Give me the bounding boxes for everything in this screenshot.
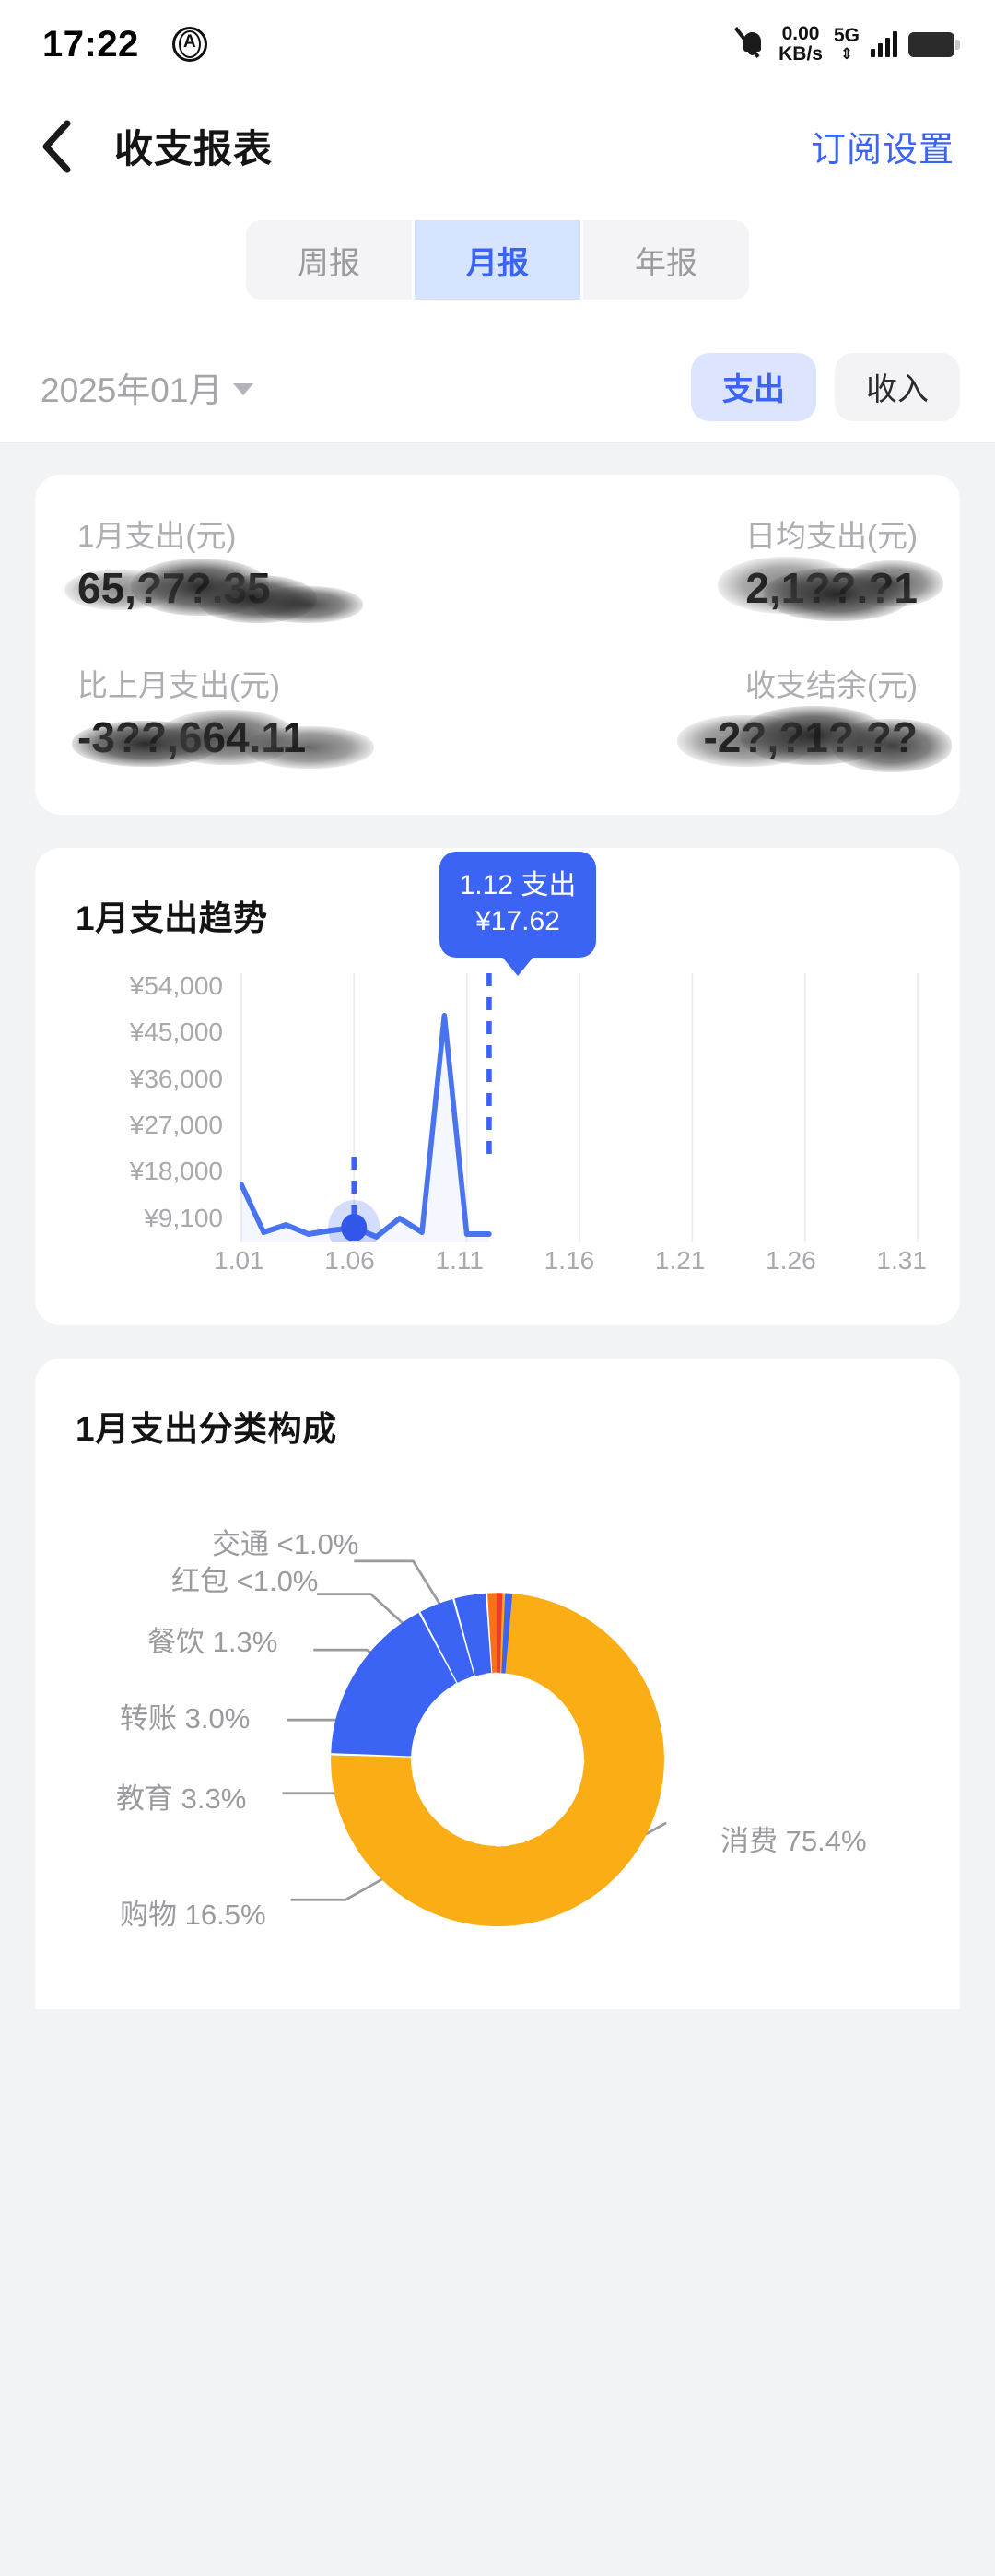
tab-monthly[interactable]: 月报	[415, 220, 580, 300]
donut-label-education: 教育 3.3%	[116, 1782, 247, 1815]
month-selector-label: 2025年01月	[41, 371, 223, 409]
highlight-point	[341, 1213, 368, 1241]
summary-value-text: 65,?7?.35	[77, 563, 271, 612]
donut-label-redpacket: 红包 <1.0%	[171, 1564, 319, 1597]
x-tick-label: 1.16	[544, 1245, 595, 1275]
x-tick-label: 1.06	[324, 1245, 375, 1275]
summary-value-redacted: -3??,664.11	[72, 710, 374, 770]
y-tick-label: ¥9,100	[144, 1203, 223, 1232]
data-transfer-icon: ⇕	[839, 45, 854, 64]
y-tick-label: ¥27,000	[129, 1110, 223, 1139]
chevron-down-icon	[233, 383, 254, 395]
page-content: 1月支出(元) 65,?7?.35 日均支出(元) 2,1??.?1 比上月支出…	[0, 443, 995, 2009]
summary-label: 1月支出(元)	[77, 519, 237, 553]
trend-plot-area	[239, 972, 919, 1255]
status-bar: 17:22 A 0.00 KB/s 5G ⇕	[0, 0, 995, 88]
donut-chart-title: 1月支出分类构成	[76, 1409, 337, 1448]
y-tick-label: ¥36,000	[129, 1064, 223, 1093]
status-bar-left: 17:22 A	[42, 24, 207, 65]
subscription-settings-button[interactable]: 订阅设置	[811, 121, 954, 171]
x-axis-labels: 1.01 1.06 1.11 1.16 1.21 1.26 1.31	[214, 1246, 927, 1276]
page-title: 收支报表	[114, 127, 274, 171]
pill-income[interactable]: 收入	[835, 352, 960, 421]
status-time: 17:22	[42, 23, 139, 65]
summary-label: 比上月支出(元)	[77, 668, 280, 703]
summary-cell-vs-last-month: 比上月支出(元) -3??,664.11	[72, 642, 498, 770]
filter-bar: 2025年01月 支出 收入	[0, 331, 995, 443]
expense-category-chart[interactable]: 交通 <1.0% 红包 <1.0% 餐饮 1.3% 转账 3.0% 教育 3.3…	[76, 1493, 919, 2009]
report-period-tabs: 周报 月报 年报	[0, 204, 995, 331]
nav-bar: 收支报表 订阅设置	[0, 88, 995, 204]
month-selector[interactable]: 2025年01月	[41, 362, 254, 412]
network-type-group: 5G ⇕	[833, 24, 860, 64]
expense-category-card: 1月支出分类构成 交通 <1.0% 红包 <1.0% 餐饮 1.3% 转账 3.…	[35, 1358, 960, 2009]
donut-label-traffic: 交通 <1.0%	[212, 1527, 359, 1560]
summary-value-text: -3??,664.11	[77, 713, 307, 762]
x-tick-label: 1.31	[876, 1245, 927, 1275]
back-button[interactable]	[41, 114, 92, 179]
donut-slice-separators	[410, 1672, 585, 1847]
chevron-left-icon	[42, 120, 71, 172]
expense-trend-chart[interactable]: 1.12 支出 ¥17.62 ¥54,000 ¥45,000 ¥36,000 ¥…	[76, 851, 927, 1277]
donut-label-consumption: 消费 75.4%	[720, 1824, 867, 1857]
summary-cell-month-expense: 1月支出(元) 65,?7?.35	[64, 517, 498, 623]
network-type-label: 5G	[833, 24, 860, 46]
y-tick-label: ¥18,000	[129, 1157, 223, 1186]
tab-weekly[interactable]: 周报	[246, 220, 412, 300]
donut-label-shopping: 购物 16.5%	[120, 1898, 266, 1931]
x-tick-label: 1.11	[435, 1245, 484, 1275]
chart-gridlines	[240, 972, 919, 1242]
bell-muted-icon	[733, 27, 767, 60]
summary-label: 收支结余(元)	[745, 668, 918, 703]
summary-value-redacted: -2?,?1?.??	[677, 706, 953, 773]
x-tick-label: 1.26	[766, 1245, 816, 1275]
x-tick-label: 1.01	[214, 1245, 264, 1275]
summary-cell-daily-average: 日均支出(元) 2,1??.?1	[498, 517, 944, 621]
tooltip-line-date: 1.12 支出	[459, 869, 577, 900]
status-bar-right: 0.00 KB/s 5G ⇕	[733, 22, 960, 65]
summary-card: 1月支出(元) 65,?7?.35 日均支出(元) 2,1??.?1 比上月支出…	[35, 475, 960, 815]
tab-yearly[interactable]: 年报	[583, 220, 749, 300]
trend-line-svg	[239, 972, 919, 1255]
pill-expense[interactable]: 支出	[691, 352, 816, 421]
summary-value-redacted: 2,1??.?1	[718, 556, 944, 621]
chart-tooltip: 1.12 支出 ¥17.62	[439, 851, 596, 958]
summary-label: 日均支出(元)	[745, 519, 918, 553]
network-rate-value: 0.00	[781, 22, 820, 44]
summary-value-text: 2,1??.?1	[745, 563, 918, 612]
battery-full-icon	[908, 31, 960, 57]
donut-label-transfer: 转账 3.0%	[120, 1701, 251, 1735]
flow-type-toggle: 支出 收入	[691, 352, 960, 421]
summary-cell-net-balance: 收支结余(元) -2?,?1?.??	[498, 642, 953, 773]
signal-bars-icon	[871, 31, 897, 57]
network-rate: 0.00 KB/s	[778, 22, 823, 65]
y-tick-label: ¥54,000	[129, 970, 223, 1000]
y-tick-label: ¥45,000	[129, 1017, 223, 1047]
airplane-badge-icon: A	[171, 27, 207, 62]
x-tick-label: 1.21	[654, 1245, 706, 1275]
summary-value-redacted: 65,?7?.35	[64, 558, 363, 623]
tooltip-line-amount: ¥17.62	[475, 906, 560, 937]
y-axis-labels: ¥54,000 ¥45,000 ¥36,000 ¥27,000 ¥18,000 …	[76, 970, 223, 1232]
summary-value-text: -2?,?1?.??	[703, 713, 918, 762]
donut-label-dining: 餐饮 1.3%	[147, 1625, 278, 1658]
network-rate-unit: KB/s	[778, 43, 823, 65]
expense-trend-card: 1月支出趋势 1.12 支出 ¥17.62 ¥54,000 ¥45,000 ¥3…	[35, 847, 960, 1325]
